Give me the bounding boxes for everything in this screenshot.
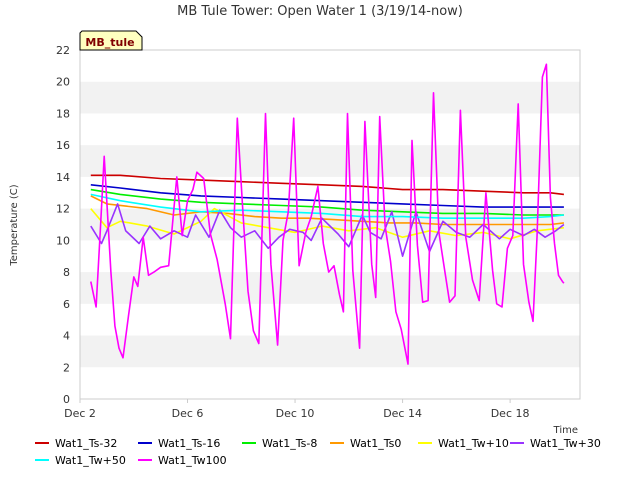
y-tick-label: 8 [63,266,70,279]
series-line-wat1-ts-32 [90,174,564,196]
y-axis: 0 2 4 6 8 10 12 14 16 18 20 22 [56,44,70,406]
series-line-wat1-ts-16 [90,184,564,208]
y-tick-label: 16 [56,139,70,152]
y-tick-label: 0 [63,393,70,406]
y-tick-label: 6 [63,298,70,311]
legend-entry: Wat1_Ts-32 [55,437,117,450]
y-tick-label: 12 [56,203,70,216]
x-axis-label: Time [553,425,578,436]
grid-band [80,145,580,177]
grid-band [80,335,580,368]
y-tick-label: 20 [56,76,70,89]
x-tick-label: Dec 18 [491,407,530,420]
legend-entry: Wat1_Tw100 [158,454,227,467]
y-tick-label: 22 [56,44,70,57]
y-axis-label: Temperature (C) [9,184,20,266]
x-tick-label: Dec 10 [276,407,315,420]
badge-label: MB_tule [85,36,134,49]
y-tick-label: 10 [56,234,70,247]
chart-title: MB Tule Tower: Open Water 1 (3/19/14-now… [177,4,463,19]
grid-band [80,81,580,114]
legend-entry: Wat1_Ts-8 [262,437,317,450]
y-tick-label: 4 [63,330,70,343]
legend-entry: Wat1_Tw+10 [438,437,509,450]
legend: Wat1_Ts-32 Wat1_Ts-16 Wat1_Ts-8 Wat1_Ts0 Wat… [35,437,601,467]
chart: MB Tule Tower: Open Water 1 (3/19/14-now… [9,4,601,467]
x-tick-label: Dec 6 [172,407,204,420]
x-tick-label: Dec 14 [383,407,422,420]
station-badge: MB_tule [79,30,143,51]
y-tick-label: 14 [56,171,70,184]
legend-entry: Wat1_Tw+30 [530,437,601,450]
y-tick-label: 2 [63,361,70,374]
legend-entry: Wat1_Ts0 [350,437,401,450]
y-tick-label: 18 [56,107,70,120]
x-tick-label: Dec 2 [64,407,96,420]
x-axis: Dec 2 Dec 6 Dec 10 Dec 14 Dec 18 [64,399,529,420]
legend-entry: Wat1_Ts-16 [158,437,220,450]
legend-entry: Wat1_Tw+50 [55,454,126,467]
